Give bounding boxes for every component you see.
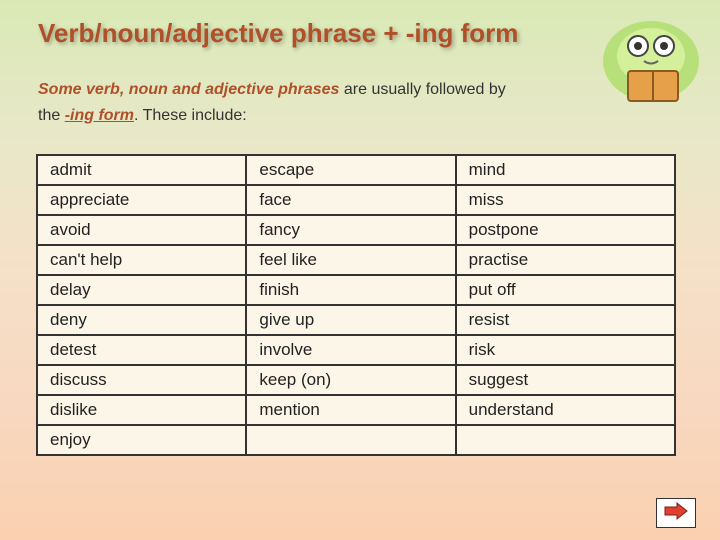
table-cell: delay <box>37 275 246 305</box>
table-cell: face <box>246 185 455 215</box>
table-cell: detest <box>37 335 246 365</box>
table-cell: avoid <box>37 215 246 245</box>
page-title: Verb/noun/adjective phrase + -ing form <box>38 18 692 49</box>
table-cell: keep (on) <box>246 365 455 395</box>
table-cell: suggest <box>456 365 675 395</box>
table-cell: mind <box>456 155 675 185</box>
table-row: admitescapemind <box>37 155 675 185</box>
desc-keyword: -ing form <box>65 107 134 124</box>
table-cell: discuss <box>37 365 246 395</box>
table-cell: appreciate <box>37 185 246 215</box>
table-cell: postpone <box>456 215 675 245</box>
table-cell: deny <box>37 305 246 335</box>
table-row: can't helpfeel likepractise <box>37 245 675 275</box>
table-cell: escape <box>246 155 455 185</box>
table-cell: risk <box>456 335 675 365</box>
next-arrow-button[interactable] <box>656 498 696 528</box>
table-row: delayfinishput off <box>37 275 675 305</box>
table-cell: give up <box>246 305 455 335</box>
table-cell: resist <box>456 305 675 335</box>
table-cell: feel like <box>246 245 455 275</box>
desc-tail: . These include: <box>134 107 247 124</box>
table-row: dislikementionunderstand <box>37 395 675 425</box>
table-row: discusskeep (on)suggest <box>37 365 675 395</box>
table-cell: enjoy <box>37 425 246 455</box>
table-row: denygive upresist <box>37 305 675 335</box>
arrow-right-icon <box>663 501 689 526</box>
verb-table: admitescapemindappreciatefacemissavoidfa… <box>36 154 676 456</box>
desc-lead: Some verb, noun and adjective phrases <box>38 81 339 98</box>
table-cell <box>246 425 455 455</box>
table-cell: dislike <box>37 395 246 425</box>
table-cell: miss <box>456 185 675 215</box>
table-cell: mention <box>246 395 455 425</box>
table-cell <box>456 425 675 455</box>
desc-mid1: are usually followed by <box>339 81 505 98</box>
table-cell: admit <box>37 155 246 185</box>
table-cell: understand <box>456 395 675 425</box>
table-row: appreciatefacemiss <box>37 185 675 215</box>
bookworm-mascot-icon <box>596 6 706 116</box>
table-row: detestinvolverisk <box>37 335 675 365</box>
table-cell: practise <box>456 245 675 275</box>
table-cell: put off <box>456 275 675 305</box>
table-cell: fancy <box>246 215 455 245</box>
table-cell: finish <box>246 275 455 305</box>
table-cell: involve <box>246 335 455 365</box>
table-row: enjoy <box>37 425 675 455</box>
description-text: Some verb, noun and adjective phrases ar… <box>38 77 692 128</box>
table-cell: can't help <box>37 245 246 275</box>
table-row: avoidfancypostpone <box>37 215 675 245</box>
desc-mid2: the <box>38 107 65 124</box>
